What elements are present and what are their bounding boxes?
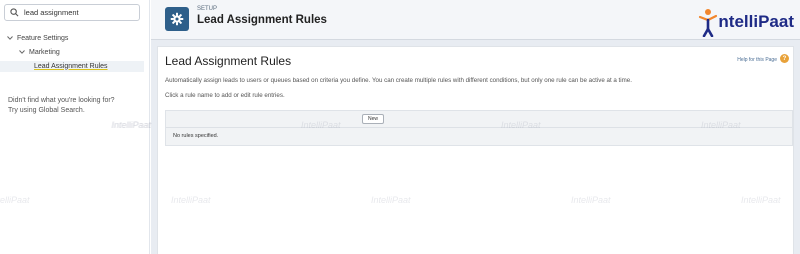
content-panel: Lead Assignment Rules Help for this Page… [157, 46, 794, 254]
tree-item-label: Feature Settings [17, 34, 69, 42]
page-title: Lead Assignment Rules [197, 14, 327, 26]
logo-figure-icon [699, 9, 718, 37]
gear-icon [170, 12, 184, 26]
logo-text: ntelliPaat [718, 12, 794, 31]
page-header: SETUP Lead Assignment Rules ntelliPaat [151, 0, 800, 40]
content-title: Lead Assignment Rules [165, 54, 292, 68]
search-hint: Didn't find what you're looking for? Try… [8, 96, 115, 116]
description-text: Automatically assign leads to users or q… [165, 77, 632, 84]
setup-icon [165, 7, 189, 31]
tree-item-feature-settings[interactable]: Feature Settings [6, 31, 146, 45]
tree-item-label-active[interactable]: Lead Assignment Rules [0, 60, 144, 72]
quick-find-search[interactable]: lead assignment [4, 4, 140, 21]
divider [166, 127, 792, 128]
instruction-text: Click a rule name to add or edit rule en… [165, 92, 285, 99]
main-area: SETUP Lead Assignment Rules ntelliPaat L… [111, 0, 800, 254]
tree-item-marketing[interactable]: Marketing [6, 45, 146, 59]
chevron-down-icon[interactable] [6, 34, 14, 42]
new-rule-button[interactable]: New [362, 114, 384, 124]
breadcrumb[interactable]: SETUP [197, 6, 217, 12]
help-link[interactable]: Help for this Page [737, 57, 777, 63]
tree-item-label: Marketing [29, 48, 60, 56]
tree-item-lead-assignment-rules[interactable]: Lead Assignment Rules [0, 59, 146, 73]
setup-tree: Feature Settings Marketing Lead Assignme… [0, 31, 146, 73]
empty-message: No rules specified. [173, 133, 219, 139]
setup-sidebar: lead assignment Feature Settings Marketi… [0, 0, 150, 254]
search-input[interactable]: lead assignment [24, 8, 79, 17]
help-icon[interactable]: ? [780, 54, 789, 63]
rules-list-panel: New No rules specified. [165, 110, 793, 146]
hint-line-2: Try using Global Search. [8, 107, 85, 114]
search-icon [10, 4, 19, 22]
intellipaat-logo: ntelliPaat [698, 6, 794, 38]
chevron-down-icon[interactable] [18, 48, 26, 56]
hint-line-1: Didn't find what you're looking for? [8, 97, 115, 104]
